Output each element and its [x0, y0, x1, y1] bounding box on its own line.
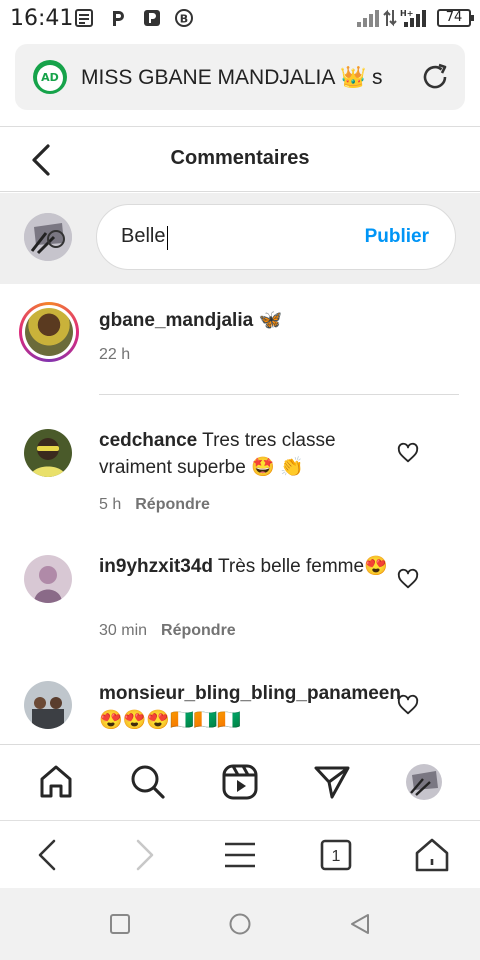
svg-text:B: B [180, 13, 188, 26]
comment-text: in9yhzxit34d Très belle femme😍 [99, 553, 399, 580]
comment-username[interactable]: monsieur_bling_bling_panameen [99, 683, 401, 704]
reply-button[interactable]: Répondre [135, 496, 210, 513]
caption-text: gbane_mandjalia 🦋 [99, 307, 399, 334]
comment-meta: 30 min Répondre [99, 622, 236, 640]
status-bar: 16:41 B H+ 74 [0, 0, 480, 36]
signal-icon [356, 8, 382, 28]
page-title-field[interactable]: MISS GBANE MANDJALIA 👑 s [81, 66, 411, 90]
parking-app-icon [142, 8, 162, 28]
caption-username[interactable]: gbane_mandjalia [99, 310, 253, 331]
comment-text: cedchance Tres tres classe vraiment supe… [99, 427, 399, 481]
system-home-icon[interactable] [228, 912, 252, 936]
like-heart-icon[interactable] [397, 694, 419, 716]
browser-url-bar[interactable]: AD MISS GBANE MANDJALIA 👑 s [15, 44, 465, 110]
browser-back-icon[interactable] [28, 835, 68, 875]
comment-avatar[interactable] [24, 681, 72, 729]
comment-username[interactable]: in9yhzxit34d [99, 556, 213, 577]
hplus-signal-icon: H+ [400, 8, 430, 28]
p-app-icon [108, 8, 128, 28]
comment-avatar[interactable] [24, 429, 72, 477]
browser-home-icon[interactable] [412, 835, 452, 875]
comment-avatar[interactable] [24, 555, 72, 603]
comment-field-container[interactable]: Publier [96, 204, 456, 270]
browser-toolbar: 1 [0, 820, 480, 888]
like-heart-icon[interactable] [397, 568, 419, 590]
author-avatar [25, 308, 73, 356]
comment-text: monsieur_bling_bling_panameen 😍😍😍🇨🇮🇨🇮🇨🇮 [99, 680, 419, 734]
news-icon [74, 8, 94, 28]
caption-meta: 22 h [99, 346, 130, 364]
system-navigation-bar [0, 888, 480, 960]
comment-time: 30 min [99, 622, 148, 639]
comment-username[interactable]: cedchance [99, 430, 197, 451]
svg-text:H+: H+ [400, 9, 413, 18]
comment-body: 😍😍😍🇨🇮🇨🇮🇨🇮 [99, 710, 241, 731]
publish-button[interactable]: Publier [365, 226, 429, 248]
clock: 16:41 [10, 6, 74, 31]
adblock-icon[interactable]: AD [33, 60, 67, 94]
bottom-nav [0, 744, 480, 820]
caption-body: 🦋 [258, 310, 283, 331]
recents-icon[interactable] [108, 912, 132, 936]
comment-time: 5 h [99, 496, 122, 513]
comment-composer: Publier [0, 193, 480, 284]
comments-header: Commentaires [0, 126, 480, 192]
current-user-avatar [24, 213, 72, 261]
comment-body: Très belle femme😍 [217, 556, 388, 577]
tabs-count: 1 [332, 848, 341, 865]
direct-messages-icon[interactable] [313, 763, 351, 801]
divider [99, 394, 459, 395]
ad-badge-label: AD [37, 65, 63, 91]
text-caret [167, 226, 168, 250]
home-icon[interactable] [37, 763, 75, 801]
browser-forward-icon[interactable] [124, 835, 164, 875]
page-title: Commentaires [170, 147, 310, 169]
comment-meta: 5 h Répondre [99, 496, 210, 514]
reply-button[interactable]: Répondre [161, 622, 236, 639]
caption-time: 22 h [99, 346, 131, 363]
battery-indicator: 74 [437, 9, 474, 27]
profile-avatar-icon[interactable] [405, 763, 443, 801]
bitcoin-icon: B [174, 8, 194, 28]
author-avatar-story-ring[interactable] [19, 302, 79, 362]
comment-input[interactable] [121, 225, 351, 248]
menu-icon[interactable] [220, 835, 260, 875]
like-heart-icon[interactable] [397, 442, 419, 464]
reels-icon[interactable] [221, 763, 259, 801]
system-back-icon[interactable] [348, 912, 372, 936]
search-icon[interactable] [129, 763, 167, 801]
reload-icon[interactable] [419, 61, 451, 93]
data-transfer-icon [383, 8, 397, 28]
tabs-icon[interactable]: 1 [316, 835, 356, 875]
